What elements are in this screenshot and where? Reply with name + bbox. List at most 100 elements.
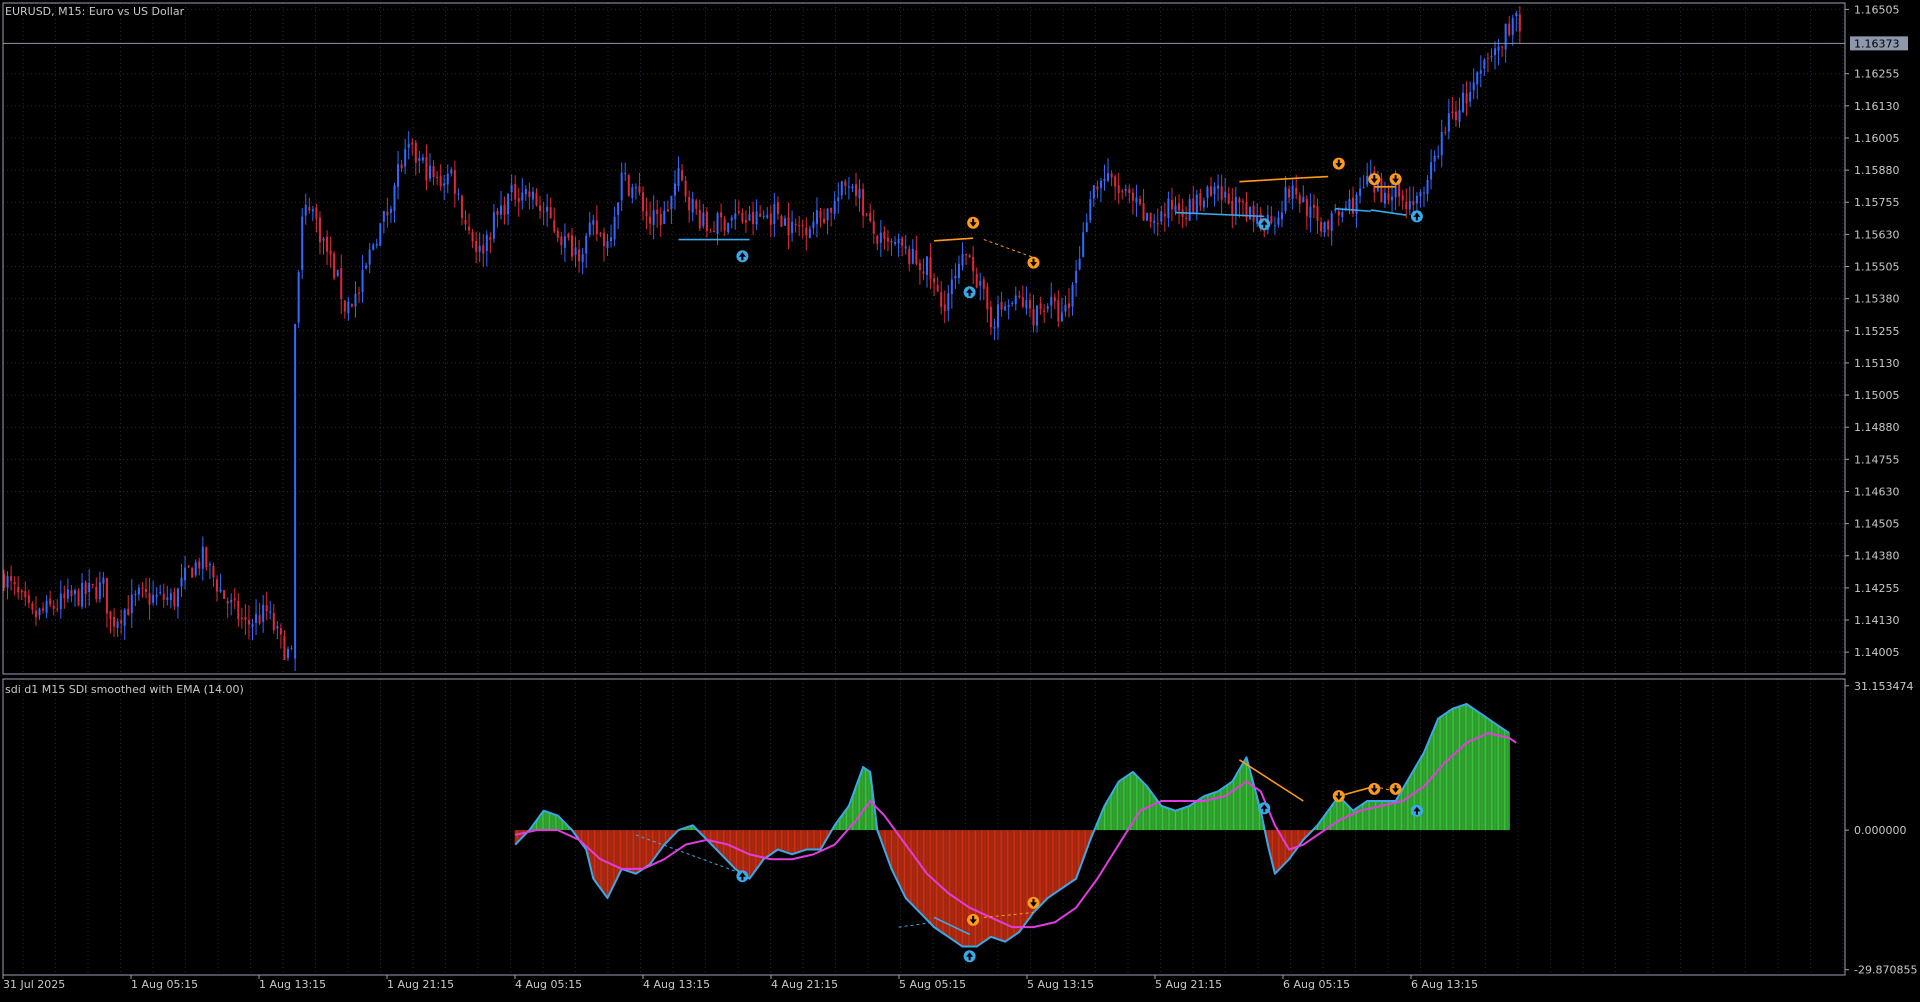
indicator-title: sdi d1 M15 SDI smoothed with EMA (14.00): [5, 683, 244, 696]
candle: [812, 211, 815, 235]
candle: [1170, 187, 1173, 221]
candle: [148, 577, 151, 620]
candle: [166, 585, 169, 606]
candle: [326, 230, 329, 266]
candle: [840, 180, 843, 200]
candle: [98, 571, 101, 603]
candle: [1071, 281, 1074, 316]
candle: [744, 210, 747, 233]
candle: [10, 565, 13, 591]
candle: [1089, 190, 1092, 223]
candle: [1224, 177, 1227, 203]
candle: [1213, 182, 1216, 207]
candle: [602, 227, 605, 262]
candle: [230, 593, 233, 616]
divergence-line-bearish: [1239, 177, 1304, 183]
candle: [1064, 295, 1067, 317]
chart-canvas[interactable]: 1.16505 1.16255 1.16130 1.16005 1.15880 1.157…: [0, 0, 1920, 998]
candle: [66, 578, 69, 603]
candle: [1139, 195, 1141, 207]
candle: [24, 581, 27, 607]
candle: [1433, 150, 1436, 172]
time-axis-label: 5 Aug 21:15: [1155, 978, 1222, 991]
candle: [1359, 177, 1362, 204]
price-annotations: [3, 42, 1845, 299]
candle: [137, 584, 140, 601]
candle: [972, 246, 975, 285]
candle: [936, 276, 939, 293]
price-axis-label: 1.16130: [1854, 100, 1900, 113]
candle: [705, 207, 708, 238]
candle: [1146, 212, 1149, 222]
candle: [52, 600, 55, 616]
divergence-line-bearish: [934, 237, 974, 242]
candle: [354, 281, 357, 318]
candle: [109, 610, 112, 634]
candle: [950, 268, 953, 309]
candle: [393, 182, 396, 223]
candle: [1082, 222, 1085, 258]
candle: [677, 156, 680, 192]
candle: [1273, 216, 1276, 235]
candle: [1046, 303, 1049, 313]
time-axis-label: 6 Aug 13:15: [1411, 978, 1478, 991]
candle: [244, 603, 247, 636]
candle: [886, 230, 889, 252]
candle: [1078, 246, 1081, 271]
candle: [1408, 186, 1411, 216]
candle: [1128, 184, 1131, 204]
candle: [155, 587, 158, 606]
candle: [212, 562, 215, 587]
candle: [233, 588, 236, 610]
candle: [869, 203, 872, 223]
divergence-line-bullish: [1370, 209, 1407, 216]
candle: [1284, 176, 1287, 214]
candle: [475, 232, 478, 264]
candle: [1131, 188, 1134, 215]
candle: [1206, 185, 1209, 208]
candle: [851, 183, 854, 193]
candle: [989, 300, 992, 335]
candle: [468, 213, 471, 235]
candle: [556, 227, 559, 243]
price-pane-frame: [2, 2, 1846, 675]
candle: [915, 235, 918, 266]
candle: [823, 208, 826, 224]
candle: [830, 207, 833, 227]
indicator-axis-label: 31.153474: [1854, 680, 1914, 693]
candle: [1185, 206, 1188, 227]
candle: [986, 282, 989, 323]
candle: [315, 204, 318, 233]
candle: [56, 599, 59, 613]
price-axis[interactable]: 1.16505 1.16255 1.16130 1.16005 1.15880 1.157…: [1845, 3, 1908, 659]
candle: [1277, 210, 1280, 228]
candle: [1426, 175, 1429, 202]
candle: [6, 571, 9, 600]
candle: [407, 131, 410, 160]
price-axis-label: 1.15880: [1854, 164, 1900, 177]
candle: [1337, 207, 1340, 226]
indicator-axis[interactable]: 31.153474 0.000000 -29.870855: [1845, 680, 1917, 977]
candle: [720, 203, 723, 232]
candle: [162, 583, 165, 608]
candle: [141, 582, 144, 598]
trading-chart-window[interactable]: 1.16505 1.16255 1.16130 1.16005 1.15880 1.157…: [0, 0, 1920, 998]
candle: [1057, 290, 1060, 328]
candle: [27, 589, 30, 608]
candle: [571, 227, 573, 261]
time-axis[interactable]: 31 Jul 2025 1 Aug 05:15 1 Aug 13:15 1 Aug 2…: [2, 975, 1478, 991]
candle: [81, 573, 84, 610]
candle: [38, 607, 41, 620]
candle: [1405, 188, 1408, 219]
candle: [780, 214, 783, 228]
candle: [389, 205, 392, 223]
candle: [443, 174, 446, 201]
candle: [908, 245, 911, 272]
sell-signal-arrow-icon: [1389, 173, 1402, 186]
price-axis-label: 1.14380: [1854, 550, 1900, 563]
candle: [127, 595, 130, 616]
candle: [1075, 260, 1078, 297]
candle: [1291, 179, 1294, 210]
candle: [1199, 188, 1202, 211]
candle: [1415, 192, 1418, 213]
